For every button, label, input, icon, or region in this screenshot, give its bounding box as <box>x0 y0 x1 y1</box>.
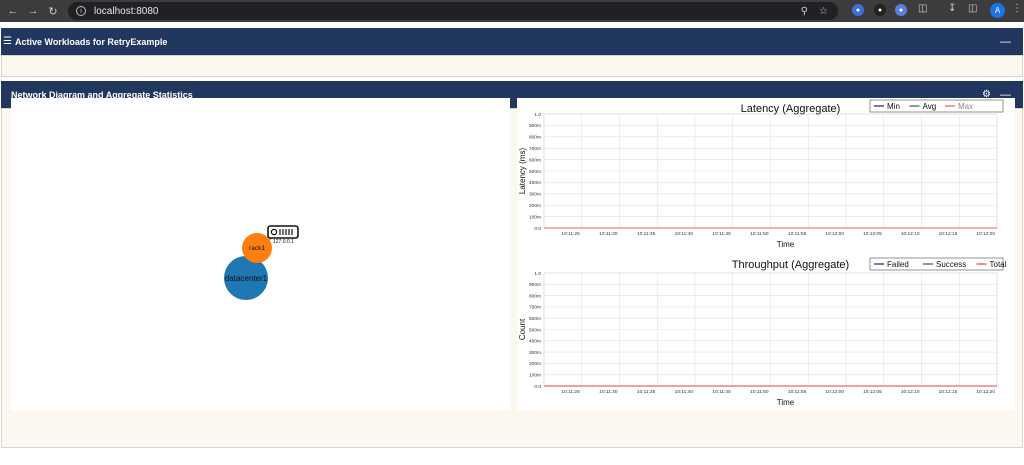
y-tick-label: 600m <box>529 157 541 163</box>
chart-title: Latency (Aggregate) <box>741 103 841 115</box>
y-tick-label: 100m <box>529 373 541 379</box>
chart-title: Throughput (Aggregate) <box>732 259 849 271</box>
y-tick-label: 300m <box>529 192 541 198</box>
x-tick-label: 10:12:15 <box>939 389 958 395</box>
browser-menu-icon[interactable]: ⋮ <box>1012 3 1022 14</box>
y-tick-label: 800m <box>529 135 541 141</box>
x-tick-label: 10:11:25 <box>561 389 580 395</box>
y-tick-label: 1.0 <box>534 271 541 277</box>
x-tick-label: 10:11:55 <box>788 389 807 395</box>
x-tick-label: 10:12:20 <box>976 231 995 237</box>
workloads-panel-body <box>1 55 1023 77</box>
x-tick-label: 10:11:50 <box>750 231 769 237</box>
y-tick-label: 400m <box>529 180 541 186</box>
workloads-panel-title: Active Workloads for RetryExample <box>14 36 168 47</box>
x-tick-label: 10:11:45 <box>712 231 731 237</box>
legend-item[interactable]: Failed <box>887 260 909 269</box>
hamburger-menu-icon[interactable]: ☰ <box>3 36 12 47</box>
x-tick-label: 10:11:35 <box>637 389 656 395</box>
y-tick-label: 900m <box>529 282 541 288</box>
x-axis-label: Time <box>777 398 795 407</box>
download-icon[interactable]: ↧ <box>948 3 956 14</box>
x-tick-label: 10:11:35 <box>637 231 656 237</box>
y-axis-label: Latency (ms) <box>518 148 527 195</box>
x-tick-label: 10:11:40 <box>675 389 694 395</box>
rack-label: rack1 <box>249 245 265 252</box>
x-tick-label: 10:11:25 <box>561 231 580 237</box>
y-tick-label: 200m <box>529 203 541 209</box>
y-tick-label: 700m <box>529 146 541 152</box>
x-tick-label: 10:11:40 <box>675 231 694 237</box>
y-tick-label: 500m <box>529 327 541 333</box>
x-tick-label: 10:11:45 <box>712 389 731 395</box>
x-tick-label: 10:12:00 <box>825 389 844 395</box>
x-tick-label: 10:12:05 <box>863 231 882 237</box>
legend-item[interactable]: Avg <box>923 102 937 111</box>
x-tick-label: 10:12:10 <box>901 389 920 395</box>
legend-item[interactable]: Min <box>887 102 900 111</box>
x-tick-label: 10:11:30 <box>599 231 618 237</box>
profile-avatar[interactable]: A <box>990 3 1005 18</box>
y-tick-label: 200m <box>529 361 541 367</box>
y-tick-label: 1.0 <box>534 112 541 118</box>
server-ip-label: 127.0.0.1 <box>273 239 294 245</box>
extension-1-icon[interactable]: ● <box>852 4 864 16</box>
reload-icon[interactable]: ↻ <box>46 4 60 18</box>
server-icon[interactable] <box>267 225 299 239</box>
legend-item[interactable]: Total <box>990 260 1007 269</box>
workloads-panel-header: ☰ Active Workloads for RetryExample — <box>1 28 1023 55</box>
y-tick-label: 0.0 <box>534 226 541 232</box>
y-tick-label: 100m <box>529 214 541 220</box>
y-tick-label: 300m <box>529 350 541 356</box>
x-axis-label: Time <box>777 240 795 249</box>
site-info-icon[interactable]: i <box>76 6 86 16</box>
browser-toolbar: ← → ↻ i localhost:8080 ⚲ ☆ ● ● ● ◫ ↧ ◫ A… <box>0 0 1024 22</box>
extension-3-icon[interactable]: ● <box>895 4 907 16</box>
datacenter-label: datacenter1 <box>225 274 268 283</box>
forward-arrow-icon[interactable]: → <box>26 4 40 18</box>
x-tick-label: 10:12:00 <box>825 231 844 237</box>
y-axis-label: Count <box>518 318 527 340</box>
network-diagram: datacenter1 rack1 127.0.0.1 <box>11 98 510 410</box>
x-tick-label: 10:12:10 <box>901 231 920 237</box>
aggregate-statistics: 0.0 100m 200m 300m 400m 500m 600m 700m 800m 900m 1… <box>517 98 1015 410</box>
y-tick-label: 800m <box>529 293 541 299</box>
y-tick-label: 400m <box>529 339 541 345</box>
side-panel-icon[interactable]: ◫ <box>968 3 977 14</box>
y-tick-label: 900m <box>529 123 541 129</box>
legend-item[interactable]: Max <box>958 102 973 111</box>
zoom-icon[interactable]: ⚲ <box>801 6 808 17</box>
extensions-puzzle-icon[interactable]: ◫ <box>918 3 927 14</box>
legend-item[interactable]: Success <box>936 260 966 269</box>
minimize-workloads-icon[interactable]: — <box>1000 36 1011 48</box>
x-tick-label: 10:12:15 <box>939 231 958 237</box>
y-tick-label: 500m <box>529 169 541 175</box>
x-tick-label: 10:11:55 <box>788 231 807 237</box>
y-tick-label: 700m <box>529 305 541 311</box>
address-url[interactable]: localhost:8080 <box>94 6 159 17</box>
stats-charts: 0.0 100m 200m 300m 400m 500m 600m 700m 800m 900m 1… <box>518 99 1007 407</box>
x-tick-label: 10:11:30 <box>599 389 618 395</box>
x-tick-label: 10:12:05 <box>863 389 882 395</box>
bookmark-star-icon[interactable]: ☆ <box>819 6 828 17</box>
address-bar[interactable]: i localhost:8080 ⚲ ☆ <box>68 2 838 20</box>
y-tick-label: 0.0 <box>534 384 541 390</box>
x-tick-label: 10:11:50 <box>750 389 769 395</box>
back-arrow-icon[interactable]: ← <box>6 4 20 18</box>
y-tick-label: 600m <box>529 316 541 322</box>
extension-2-icon[interactable]: ● <box>874 4 886 16</box>
x-tick-label: 10:12:20 <box>976 389 995 395</box>
